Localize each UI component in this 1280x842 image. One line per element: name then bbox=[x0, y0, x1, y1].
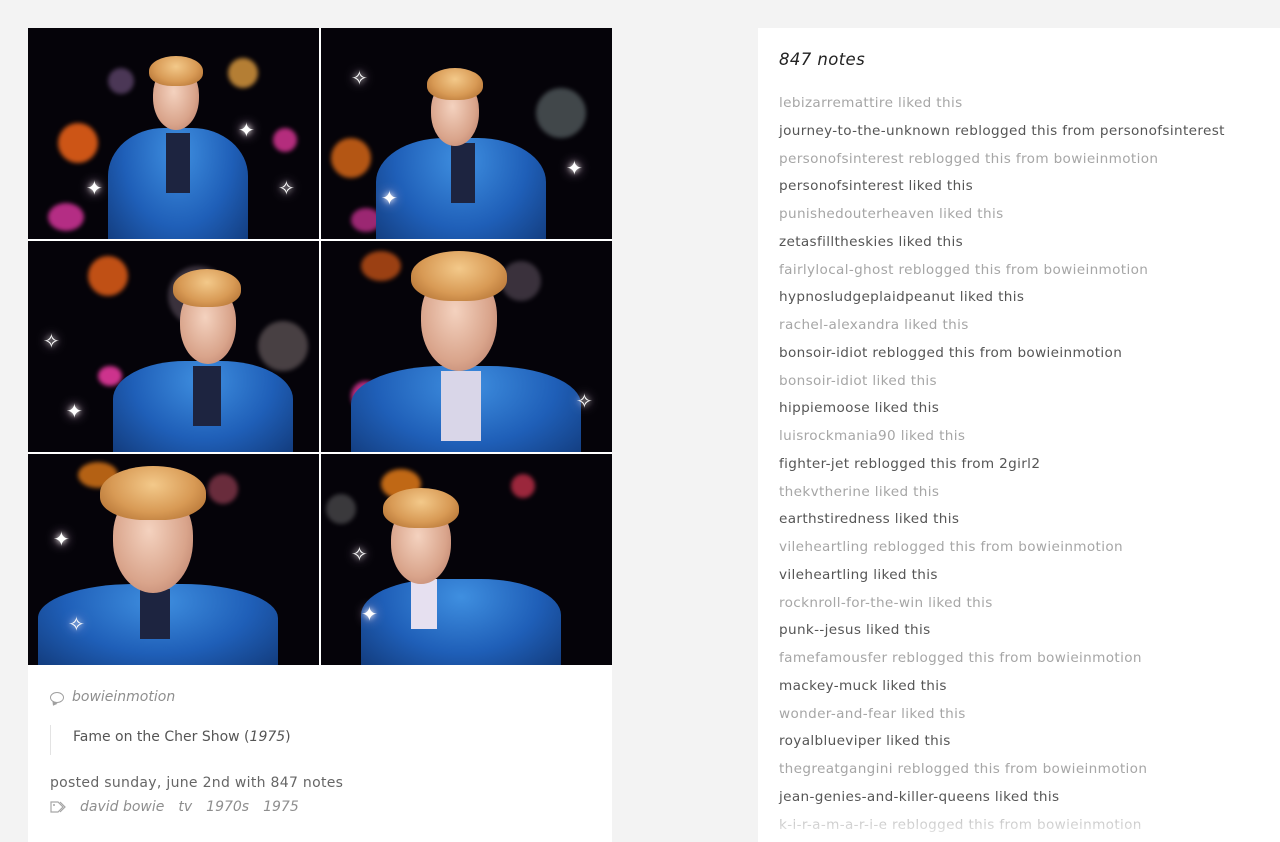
note-item[interactable]: punishedouterheaven liked this bbox=[779, 201, 1280, 229]
tag-link[interactable]: david bowie bbox=[80, 799, 164, 815]
note-item[interactable]: hypnosludgeplaidpeanut liked this bbox=[779, 284, 1280, 312]
note-item[interactable]: jean-genies-and-killer-queens liked this bbox=[779, 784, 1280, 812]
tag-link[interactable]: tv bbox=[178, 799, 192, 815]
tag-icon bbox=[50, 801, 66, 813]
note-item[interactable]: journey-to-the-unknown reblogged this fr… bbox=[779, 118, 1280, 146]
note-item[interactable]: fairlylocal-ghost reblogged this from bo… bbox=[779, 257, 1280, 285]
photo-frame[interactable]: ✦ ✧ bbox=[28, 454, 319, 665]
note-item[interactable]: royalblueviper liked this bbox=[779, 728, 1280, 756]
tag-list: david bowie tv 1970s 1975 bbox=[50, 799, 590, 815]
photo-frame[interactable]: ✦ ✦ ✧ bbox=[28, 28, 319, 239]
caption-close: ) bbox=[285, 729, 291, 745]
note-item[interactable]: bonsoir-idiot liked this bbox=[779, 368, 1280, 396]
tag-link[interactable]: 1975 bbox=[263, 799, 299, 815]
notes-panel: 847 notes lebizarremattire liked this jo… bbox=[758, 28, 1280, 842]
note-item[interactable]: rocknroll-for-the-win liked this bbox=[779, 590, 1280, 618]
post-meta: bowieinmotion Fame on the Cher Show (197… bbox=[28, 665, 612, 815]
caption-year: 1975 bbox=[249, 729, 286, 745]
source-link[interactable]: bowieinmotion bbox=[72, 689, 175, 705]
photo-frame[interactable]: ✦ ✦ ✧ bbox=[321, 28, 612, 239]
notes-list: lebizarremattire liked this journey-to-t… bbox=[779, 90, 1280, 839]
note-item[interactable]: personofsinterest reblogged this from bo… bbox=[779, 146, 1280, 174]
note-item[interactable]: wonder-and-fear liked this bbox=[779, 701, 1280, 729]
speech-bubble-icon bbox=[50, 691, 64, 703]
tag-link[interactable]: 1970s bbox=[206, 799, 249, 815]
note-item[interactable]: zetasfilltheskies liked this bbox=[779, 229, 1280, 257]
note-item[interactable]: thekvtherine liked this bbox=[779, 479, 1280, 507]
note-item[interactable]: vileheartling reblogged this from bowiei… bbox=[779, 534, 1280, 562]
note-item[interactable]: fighter-jet reblogged this from 2girl2 bbox=[779, 451, 1280, 479]
note-item[interactable]: famefamousfer reblogged this from bowiei… bbox=[779, 645, 1280, 673]
photo-frame[interactable]: ✧ bbox=[321, 241, 612, 452]
post-caption: Fame on the Cher Show (1975) bbox=[50, 725, 590, 755]
photoset: ✦ ✦ ✧ ✦ ✦ ✧ ✦ ✧ ✧ ✦ ✧ ✦ ✧ bbox=[28, 28, 612, 665]
notes-title: 847 notes bbox=[779, 50, 866, 69]
note-item[interactable]: hippiemoose liked this bbox=[779, 395, 1280, 423]
note-item[interactable]: rachel-alexandra liked this bbox=[779, 312, 1280, 340]
photo-frame[interactable]: ✦ ✧ bbox=[321, 454, 612, 665]
source-row[interactable]: bowieinmotion bbox=[50, 687, 590, 707]
note-item[interactable]: mackey-muck liked this bbox=[779, 673, 1280, 701]
photo-frame[interactable]: ✦ ✧ bbox=[28, 241, 319, 452]
note-item[interactable]: punk--jesus liked this bbox=[779, 617, 1280, 645]
post-card: ✦ ✦ ✧ ✦ ✦ ✧ ✦ ✧ ✧ ✦ ✧ ✦ ✧ bowieinmotion … bbox=[28, 28, 612, 842]
note-item[interactable]: thegreatgangini reblogged this from bowi… bbox=[779, 756, 1280, 784]
note-item[interactable]: personofsinterest liked this bbox=[779, 173, 1280, 201]
note-item[interactable]: vileheartling liked this bbox=[779, 562, 1280, 590]
note-item[interactable]: lebizarremattire liked this bbox=[779, 90, 1280, 118]
note-item[interactable]: bonsoir-idiot reblogged this from bowiei… bbox=[779, 340, 1280, 368]
note-item[interactable]: luisrockmania90 liked this bbox=[779, 423, 1280, 451]
caption-text: Fame on the Cher Show ( bbox=[73, 729, 250, 745]
note-item[interactable]: earthstiredness liked this bbox=[779, 506, 1280, 534]
note-item[interactable]: k-i-r-a-m-a-r-i-e reblogged this from bo… bbox=[779, 812, 1280, 840]
posted-info[interactable]: posted sunday, june 2nd with 847 notes bbox=[50, 775, 590, 791]
